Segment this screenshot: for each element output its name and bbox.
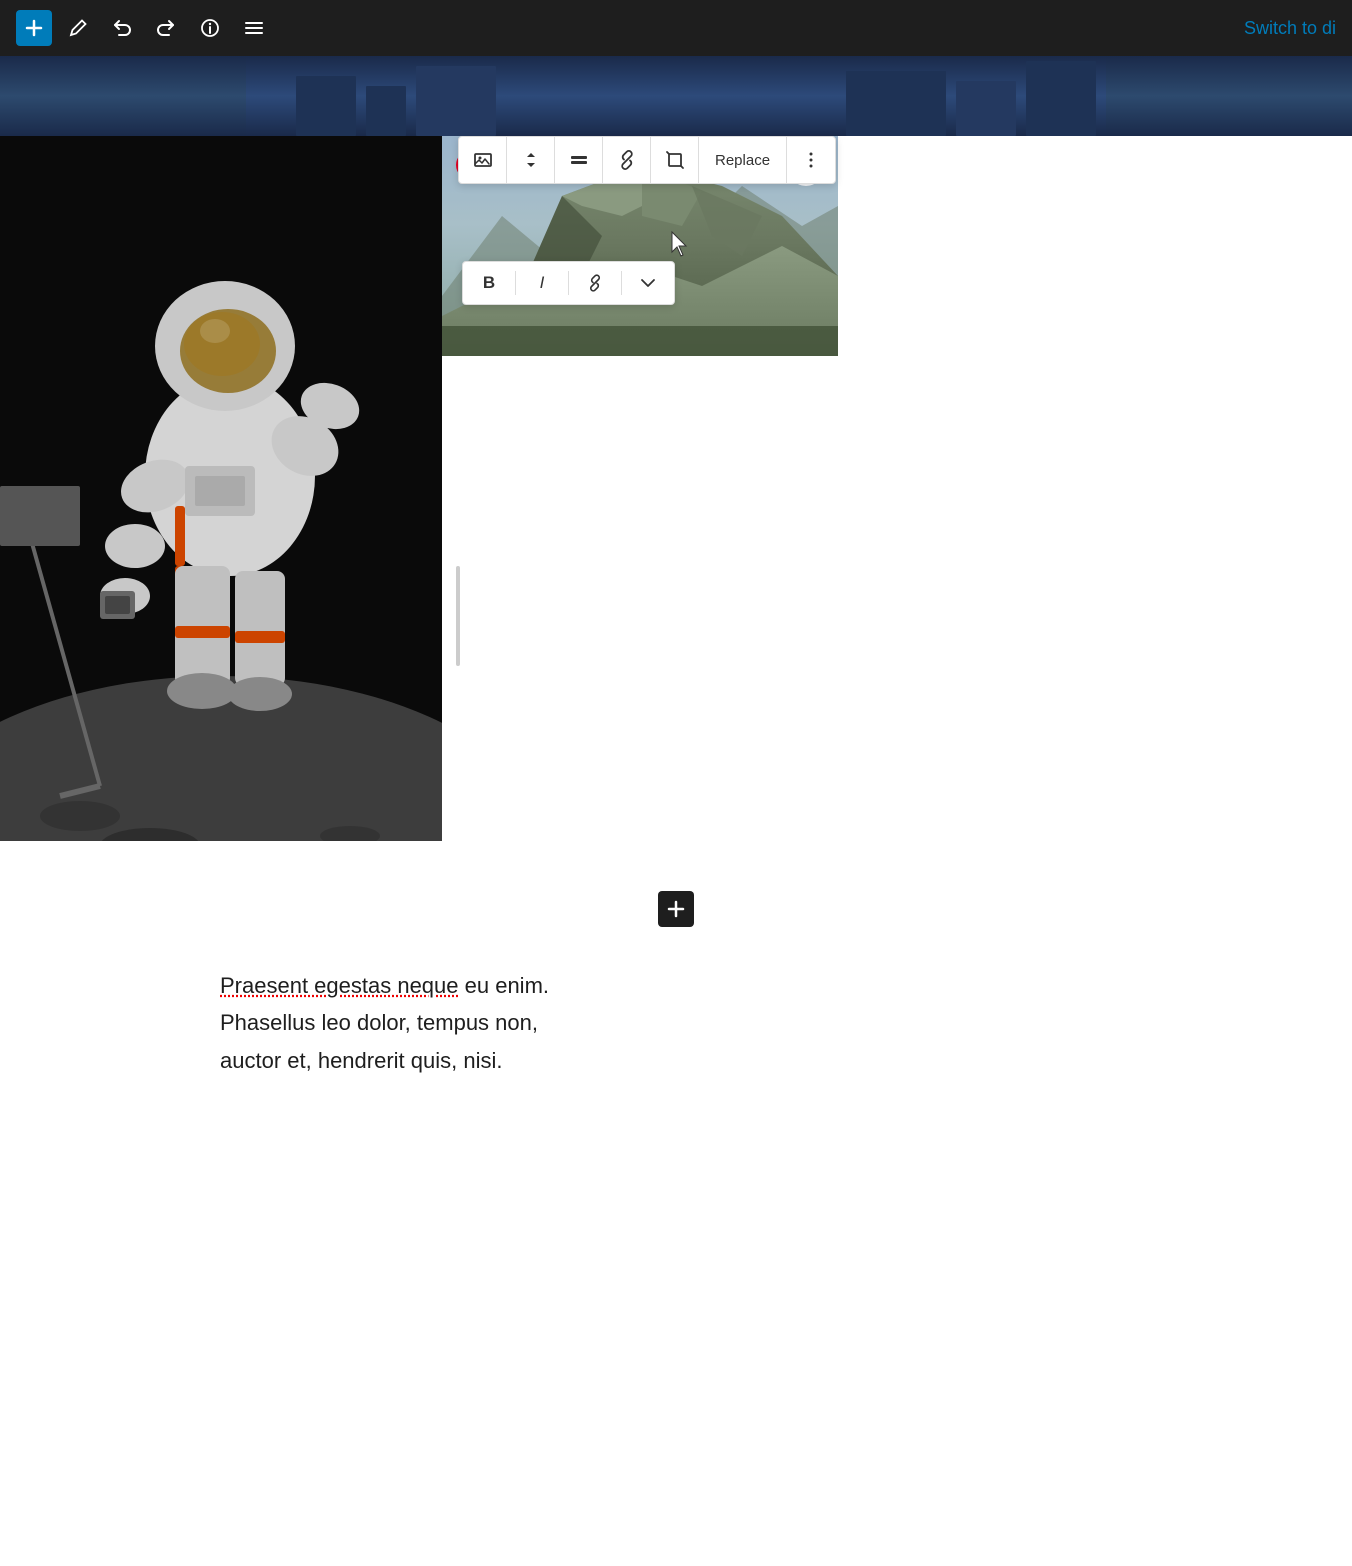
bold-button[interactable]: B [471, 265, 507, 301]
main-content: Replace [0, 56, 1352, 1119]
header-image [0, 56, 1352, 136]
crop-icon[interactable] [651, 136, 699, 184]
two-column-block: p Save B [0, 136, 1352, 841]
switch-to-button[interactable]: Switch to di [1244, 18, 1336, 39]
link-icon[interactable] [603, 136, 651, 184]
toolbar-divider-3 [621, 271, 622, 295]
inline-link-button[interactable] [577, 265, 613, 301]
undo-button[interactable] [104, 10, 140, 46]
add-block-toolbar-button[interactable] [16, 10, 52, 46]
toolbar-divider [515, 271, 516, 295]
top-toolbar: Switch to di [0, 0, 1352, 56]
left-column [0, 136, 442, 841]
toolbar-divider-2 [568, 271, 569, 295]
paragraph-block: Praesent egestas neque eu enim. Phasellu… [0, 947, 1352, 1119]
right-column: p Save B [442, 136, 1352, 841]
add-block-button[interactable] [658, 891, 694, 927]
info-button[interactable] [192, 10, 228, 46]
add-block-section [0, 871, 1352, 947]
list-view-button[interactable] [236, 10, 272, 46]
move-up-down-icon[interactable] [507, 136, 555, 184]
italic-button[interactable]: I [524, 265, 560, 301]
more-options-icon[interactable] [787, 136, 835, 184]
inline-format-toolbar: B I [462, 261, 675, 305]
block-toolbar: Replace [458, 136, 836, 184]
redo-button[interactable] [148, 10, 184, 46]
paragraph-underlined-text: Praesent egestas neque [220, 973, 459, 998]
more-formatting-button[interactable] [630, 265, 666, 301]
astronaut-image[interactable] [0, 136, 442, 841]
align-icon[interactable] [555, 136, 603, 184]
replace-button[interactable]: Replace [699, 136, 787, 184]
image-toolbar-icon[interactable] [459, 136, 507, 184]
pen-icon-button[interactable] [60, 10, 96, 46]
